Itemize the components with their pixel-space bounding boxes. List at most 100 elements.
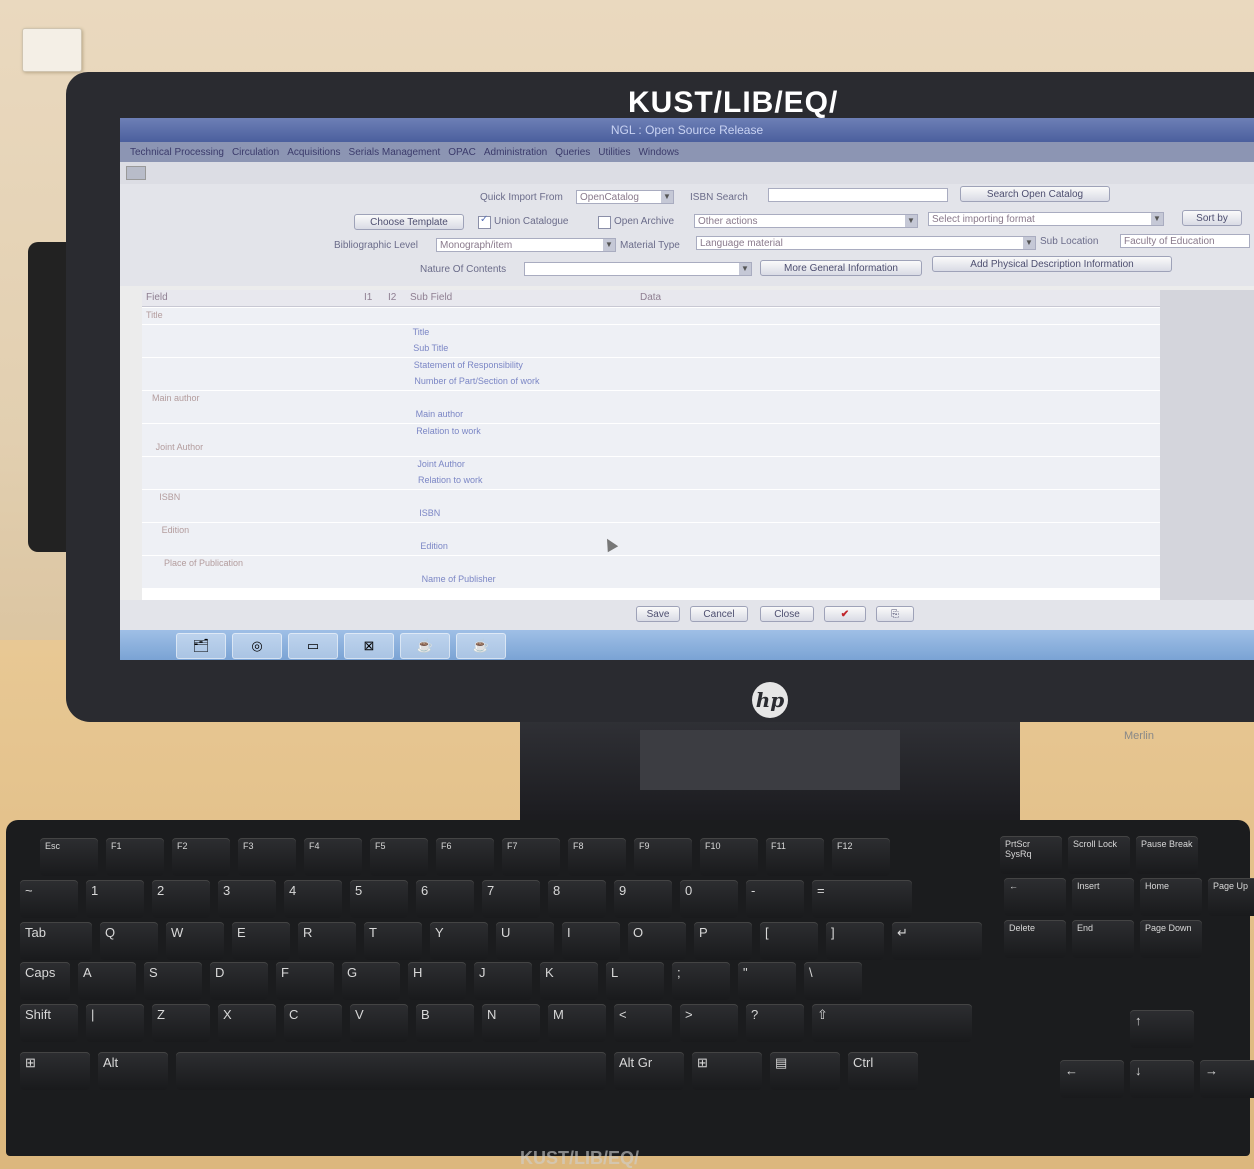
key[interactable]: F1 [106,838,164,876]
key[interactable]: > [680,1004,738,1042]
key[interactable]: Alt [98,1052,168,1090]
key[interactable]: F7 [502,838,560,876]
key[interactable]: [ [760,922,818,960]
table-row[interactable]: Number of Part/Section of work [142,374,1160,390]
key[interactable]: ↑ [1130,1010,1194,1048]
key[interactable]: End [1072,920,1134,958]
key[interactable] [176,1052,606,1090]
nature-of-contents-select[interactable]: ▼ [524,262,752,276]
key[interactable]: ← [1004,878,1066,916]
key[interactable]: Home [1140,878,1202,916]
key[interactable]: ⇧ [812,1004,972,1042]
add-physical-description-button[interactable]: Add Physical Description Information [932,256,1172,272]
folder-icon[interactable]: ▭ [288,633,338,659]
key[interactable]: A [78,962,136,1000]
menu-queries[interactable]: Queries [555,147,590,158]
key[interactable]: Tab [20,922,92,960]
key[interactable]: B [416,1004,474,1042]
key[interactable]: K [540,962,598,1000]
menu-utilities[interactable]: Utilities [598,147,630,158]
key[interactable]: Caps [20,962,70,1000]
key[interactable]: | [86,1004,144,1042]
key[interactable]: F4 [304,838,362,876]
table-row[interactable]: Main author [142,390,1160,407]
material-type-select[interactable]: Language material ▼ [696,236,1036,250]
more-general-information-button[interactable]: More General Information [760,260,922,276]
explorer-icon[interactable]: 🗂 [176,633,226,659]
key[interactable]: Esc [40,838,98,876]
key[interactable]: F8 [568,838,626,876]
key[interactable]: 8 [548,880,606,918]
key[interactable]: N [482,1004,540,1042]
copy-icon[interactable]: ⎘ [876,606,914,622]
key[interactable]: Page Down [1140,920,1202,958]
importing-format-select[interactable]: Select importing format ▼ [928,212,1164,226]
key[interactable]: Alt Gr [614,1052,684,1090]
key[interactable]: 2 [152,880,210,918]
chrome-icon[interactable]: ◎ [232,633,282,659]
key[interactable]: \ [804,962,862,1000]
key[interactable]: Page Up [1208,878,1254,916]
choose-template-button[interactable]: Choose Template [354,214,464,230]
key[interactable]: ? [746,1004,804,1042]
key[interactable]: ; [672,962,730,1000]
validate-icon[interactable]: ✔ [824,606,866,622]
key[interactable]: R [298,922,356,960]
key[interactable]: Insert [1072,878,1134,916]
key[interactable]: 5 [350,880,408,918]
key[interactable]: Ctrl [848,1052,918,1090]
sub-location-select[interactable]: Faculty of Education [1120,234,1250,248]
key[interactable]: I [562,922,620,960]
key[interactable]: Scroll Lock [1068,836,1130,874]
key[interactable]: 3 [218,880,276,918]
key[interactable]: Q [100,922,158,960]
table-row[interactable]: Place of Publication [142,555,1160,572]
key[interactable]: F3 [238,838,296,876]
table-row[interactable]: Edition [142,522,1160,539]
sort-by-button[interactable]: Sort by [1182,210,1242,226]
bibliographic-level-select[interactable]: Monograph/item ▼ [436,238,616,252]
key[interactable]: S [144,962,202,1000]
table-row[interactable]: Sub Title [142,341,1160,357]
key[interactable]: W [166,922,224,960]
key[interactable]: ⊞ [20,1052,90,1090]
key[interactable]: L [606,962,664,1000]
key[interactable]: Delete [1004,920,1066,958]
key[interactable]: → [1200,1060,1254,1098]
menu-acquisitions[interactable]: Acquisitions [287,147,340,158]
key[interactable]: 0 [680,880,738,918]
key[interactable]: H [408,962,466,1000]
key[interactable]: X [218,1004,276,1042]
close-button[interactable]: Close [760,606,814,622]
xampp-icon[interactable]: ⊠ [344,633,394,659]
table-row[interactable]: Relation to work [142,473,1160,489]
key[interactable]: O [628,922,686,960]
table-row[interactable]: Joint Author [142,440,1160,456]
key[interactable]: F9 [634,838,692,876]
cancel-button[interactable]: Cancel [690,606,748,622]
key[interactable]: ↵ [892,922,982,960]
key[interactable]: F [276,962,334,1000]
table-row[interactable]: Title [142,308,1160,324]
menu-windows[interactable]: Windows [638,147,679,158]
key[interactable]: F5 [370,838,428,876]
save-button[interactable]: Save [636,606,680,622]
key[interactable]: < [614,1004,672,1042]
java-icon[interactable]: ☕ [400,633,450,659]
key[interactable]: J [474,962,532,1000]
java-icon[interactable]: ☕ [456,633,506,659]
key[interactable]: T [364,922,422,960]
key[interactable]: Pause Break [1136,836,1198,874]
table-row[interactable]: ISBN [142,489,1160,506]
key[interactable]: - [746,880,804,918]
table-row[interactable]: ISBN [142,506,1160,522]
key[interactable]: F2 [172,838,230,876]
table-row[interactable]: Main author [142,407,1160,423]
key[interactable]: = [812,880,912,918]
key[interactable]: Y [430,922,488,960]
key[interactable]: F11 [766,838,824,876]
key[interactable]: 6 [416,880,474,918]
table-row[interactable]: Joint Author [142,456,1160,473]
open-archive-checkbox[interactable] [598,216,611,229]
table-row[interactable]: Name of Publisher [142,572,1160,588]
